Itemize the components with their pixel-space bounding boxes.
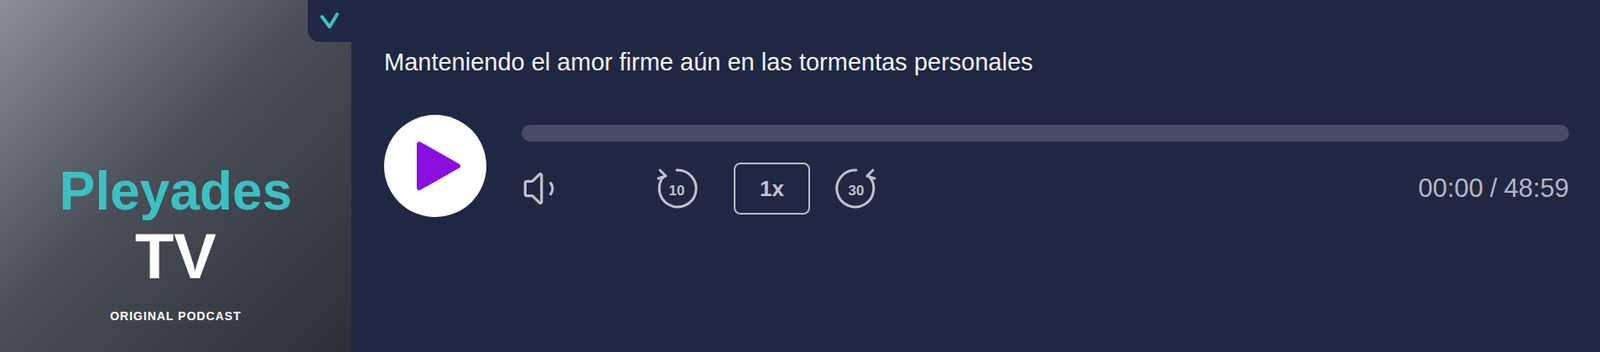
speed-button[interactable]: 1x <box>733 162 811 215</box>
cover-tagline: ORIGINAL PODCAST <box>109 308 242 324</box>
episode-title: Manteniendo el amor firme aún en las tor… <box>384 46 1569 78</box>
current-time: 00:00 <box>1418 169 1484 209</box>
podcast-player: PleyadesTV ORIGINAL PODCAST Manteniendo el… <box>0 0 1600 352</box>
progress-bar[interactable] <box>521 124 1569 142</box>
player-panel: Manteniendo el amor firme aún en las tor… <box>351 0 1600 352</box>
cover-art: PleyadesTV ORIGINAL PODCAST <box>0 0 352 352</box>
logo-tab <box>307 0 352 42</box>
time-display: 00:00/48:59 <box>1418 169 1569 209</box>
time-separator: / <box>1490 169 1498 209</box>
duration: 48:59 <box>1503 169 1569 209</box>
rewind-button[interactable]: 10 <box>653 165 701 213</box>
forward-button[interactable]: 30 <box>832 165 880 213</box>
volume-icon <box>521 166 566 211</box>
volume-button[interactable] <box>521 166 567 211</box>
brand-logo-icon <box>319 11 340 31</box>
cover-sub: TV <box>135 223 217 291</box>
play-icon <box>415 140 462 192</box>
play-button[interactable] <box>384 114 487 218</box>
cover-brand: Pleyades <box>59 159 293 224</box>
